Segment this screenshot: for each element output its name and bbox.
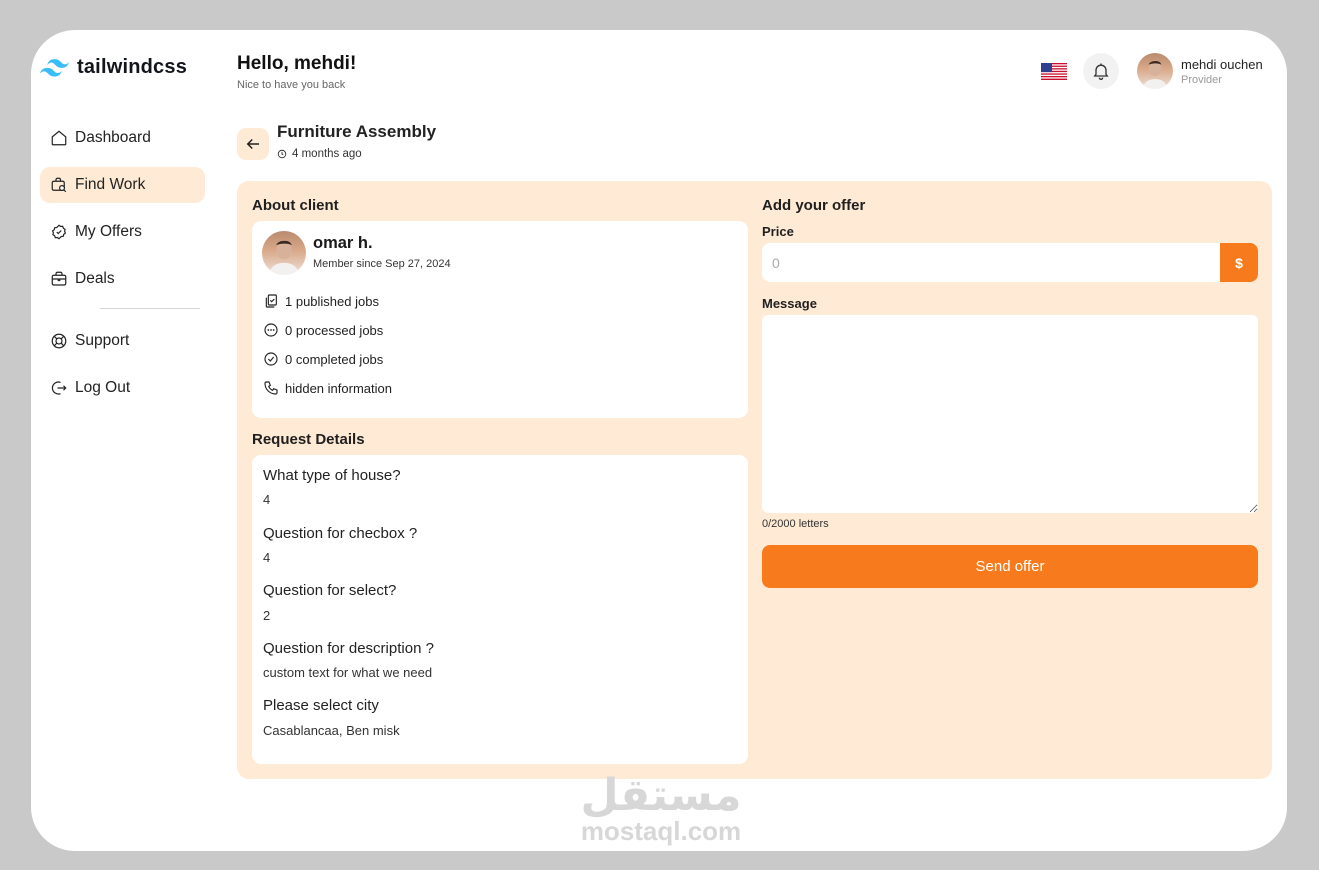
back-button[interactable] (237, 128, 269, 160)
person-icon (268, 240, 300, 275)
sidebar-nav: Dashboard Find Work My Offers Deals Supp… (40, 120, 205, 417)
stat-processed-jobs: 0 processed jobs (263, 322, 383, 338)
sidebar-divider (100, 308, 200, 309)
search-work-icon (51, 177, 67, 193)
client-name: omar h. (313, 234, 373, 252)
request-answer: 4 (263, 550, 271, 565)
lifebuoy-icon (51, 333, 67, 349)
job-posted-text: 4 months ago (292, 148, 362, 160)
sidebar-item-support[interactable]: Support (40, 323, 205, 359)
price-label: Price (762, 224, 794, 239)
message-textarea[interactable] (762, 315, 1258, 513)
watermark-latin: mostaql.com (580, 816, 742, 846)
clock-icon (277, 149, 287, 159)
sidebar-item-find-work[interactable]: Find Work (40, 167, 205, 203)
logout-icon (51, 381, 67, 395)
sidebar-item-label: Find Work (75, 176, 146, 193)
send-offer-button[interactable]: Send offer (762, 545, 1258, 588)
stat-text: 0 completed jobs (285, 351, 384, 367)
home-icon (51, 130, 67, 146)
price-input[interactable] (762, 243, 1221, 282)
dots-circle-icon (264, 323, 278, 337)
request-details-card: What type of house? 4 Question for checb… (252, 455, 748, 764)
brand-name: tailwindcss (77, 56, 188, 78)
job-title: Furniture Assembly (277, 122, 437, 141)
sidebar-item-dashboard[interactable]: Dashboard (40, 120, 205, 156)
letters-counter: 0/2000 letters (762, 518, 829, 530)
request-question: Please select city (263, 697, 379, 714)
stat-completed-jobs: 0 completed jobs (263, 351, 383, 367)
sidebar-item-deals[interactable]: Deals (40, 261, 205, 297)
greeting-title: Hello, mehdi! (237, 53, 357, 74)
tailwind-logo-icon (40, 58, 69, 77)
person-icon (1142, 60, 1168, 89)
sidebar-item-label: Log Out (75, 379, 131, 396)
request-question: What type of house? (263, 467, 401, 484)
request-question: Question for select? (263, 582, 397, 599)
add-offer-title: Add your offer (762, 197, 866, 214)
stat-contact-info: hidden information (263, 380, 392, 396)
sidebar-item-label: Dashboard (75, 129, 151, 146)
bell-icon (1093, 63, 1109, 80)
request-answer: Casablancaa, Ben misk (263, 723, 400, 738)
stat-published-jobs: 1 published jobs (263, 293, 379, 309)
watermark-arabic: مستقل (580, 770, 742, 821)
stat-text: 1 published jobs (285, 293, 379, 309)
about-client-title: About client (252, 197, 339, 214)
user-avatar[interactable] (1137, 53, 1173, 89)
sidebar-item-label: Support (75, 332, 130, 349)
check-circle-icon (264, 352, 278, 366)
job-panel: About client omar h. Member since Sep 27… (237, 181, 1272, 779)
briefcase-icon (51, 271, 67, 286)
phone-icon (264, 381, 278, 395)
us-flag-icon[interactable] (1041, 63, 1067, 80)
sidebar-item-logout[interactable]: Log Out (40, 370, 205, 406)
request-answer: 2 (263, 608, 271, 623)
greeting: Hello, mehdi! Nice to have you back (237, 53, 356, 91)
notifications-button[interactable] (1083, 53, 1119, 89)
sidebar-item-label: My Offers (75, 223, 142, 240)
offers-icon (51, 224, 67, 240)
sidebar-item-my-offers[interactable]: My Offers (40, 214, 205, 250)
request-question: Question for description ? (263, 640, 434, 657)
request-answer: 4 (263, 492, 271, 507)
user-role: Provider (1181, 74, 1222, 86)
stat-text: 0 processed jobs (285, 322, 384, 338)
stat-text: hidden information (285, 380, 392, 396)
watermark: مستقل mostaql.com (571, 770, 751, 846)
request-details-title: Request Details (252, 431, 365, 448)
greeting-subtitle: Nice to have you back (237, 79, 346, 91)
currency-button[interactable]: $ (1220, 243, 1258, 282)
user-name: mehdi ouchen (1181, 57, 1263, 72)
job-posted-time: 4 months ago (277, 148, 362, 160)
sidebar-item-label: Deals (75, 270, 115, 287)
app-window: tailwindcss Dashboard Find Work My Offer… (31, 30, 1287, 851)
client-card: omar h. Member since Sep 27, 2024 1 publ… (252, 221, 748, 418)
brand-logo[interactable]: tailwindcss (40, 56, 187, 79)
request-answer: custom text for what we need (263, 665, 433, 680)
message-label: Message (762, 296, 817, 311)
arrow-left-icon (246, 138, 259, 150)
client-member-since: Member since Sep 27, 2024 (313, 258, 451, 270)
clipboard-icon (265, 294, 277, 308)
client-avatar (262, 231, 306, 275)
request-question: Question for checbox ? (263, 525, 418, 542)
